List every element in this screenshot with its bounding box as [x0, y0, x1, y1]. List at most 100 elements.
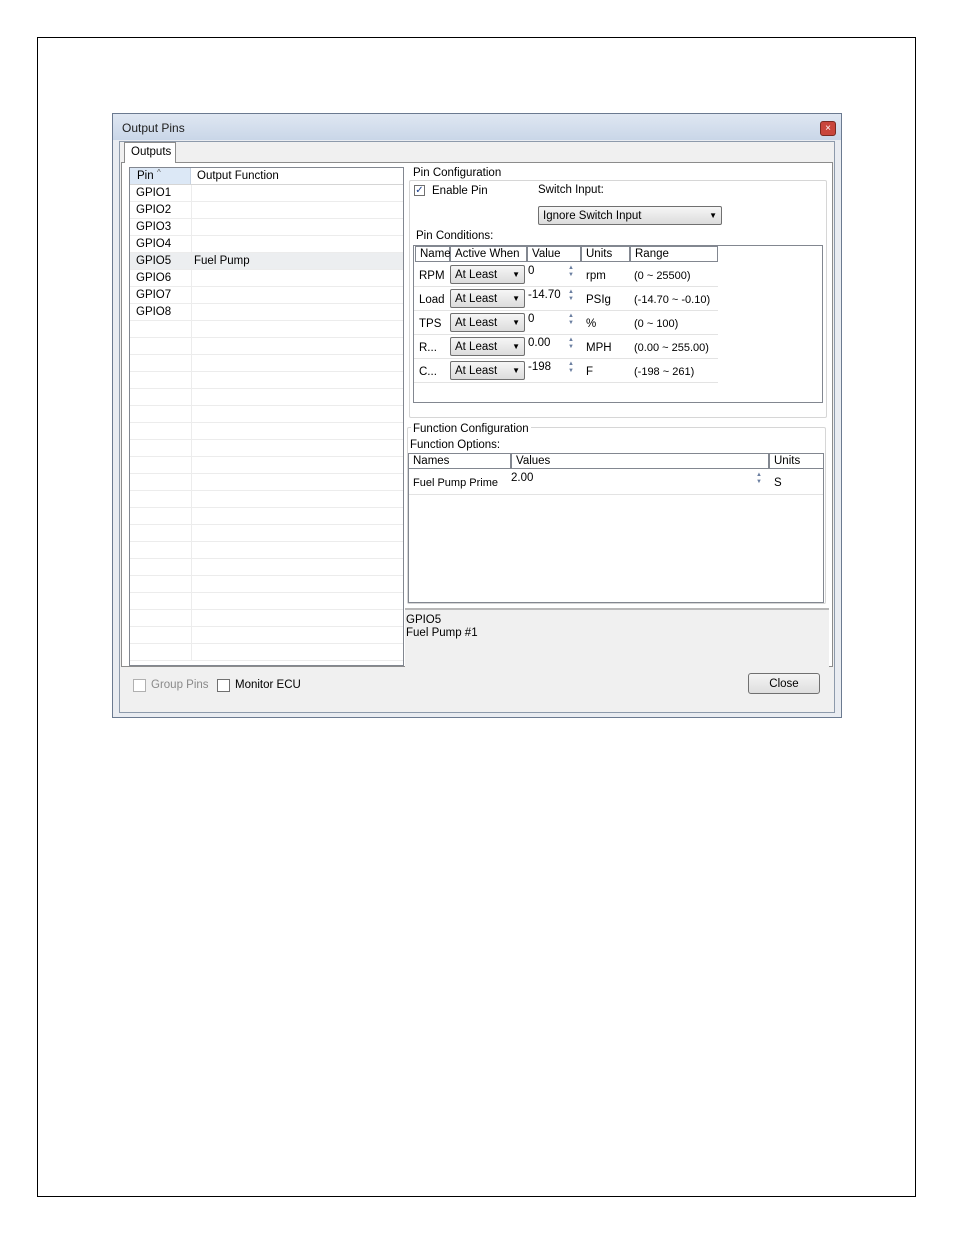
column-header-range[interactable]: Range [630, 246, 718, 262]
active-when-value: At Least [455, 365, 498, 377]
row-divider [414, 310, 718, 311]
condition-units: % [586, 318, 597, 330]
row-divider [414, 286, 718, 287]
condition-name: R... [419, 342, 437, 354]
pin-list-header: Pin ^ Output Function [130, 168, 403, 185]
pin-function: Fuel Pump [194, 255, 250, 267]
condition-value-input[interactable]: 0 [528, 265, 534, 277]
group-pins-checkbox[interactable] [133, 679, 146, 692]
spinner-icon[interactable]: ▲ ▼ [753, 472, 765, 487]
window-title: Output Pins [122, 121, 185, 135]
spinner-icon[interactable]: ▲ ▼ [565, 265, 577, 280]
condition-units: PSIg [586, 294, 611, 306]
spinner-icon[interactable]: ▲ ▼ [565, 289, 577, 304]
column-header-units[interactable]: Units [769, 453, 824, 469]
list-item-empty [130, 559, 403, 576]
list-item-gpio5[interactable]: GPIO5 Fuel Pump [130, 253, 403, 270]
condition-value-input[interactable]: 0 [528, 313, 534, 325]
row-divider [414, 382, 718, 383]
chevron-down-icon: ▼ [512, 366, 520, 375]
list-item-gpio2[interactable]: GPIO2 [130, 202, 403, 219]
condition-name: Load [419, 294, 445, 306]
pin-name: GPIO3 [136, 221, 172, 233]
status-pin: GPIO5 [406, 614, 442, 626]
function-option-name: Fuel Pump Prime [413, 477, 498, 489]
output-pins-window: Output Pins × Outputs Pin ^ Output Funct… [112, 113, 842, 718]
window-close-icon[interactable]: × [820, 121, 836, 136]
active-when-value: At Least [455, 269, 498, 281]
switch-input-select[interactable]: Ignore Switch Input ▼ [538, 206, 722, 225]
list-item-empty [130, 406, 403, 423]
condition-name: RPM [419, 270, 445, 282]
list-item-gpio3[interactable]: GPIO3 [130, 219, 403, 236]
row-divider [414, 334, 718, 335]
group-pins-label: Group Pins [151, 679, 209, 691]
list-item-empty [130, 491, 403, 508]
list-item-gpio8[interactable]: GPIO8 [130, 304, 403, 321]
list-item-empty [130, 593, 403, 610]
condition-units: F [586, 366, 594, 378]
monitor-ecu-checkbox[interactable] [217, 679, 230, 692]
chevron-down-icon: ▼ [709, 211, 717, 220]
list-item-empty [130, 321, 403, 338]
status-function: Fuel Pump #1 [406, 627, 478, 639]
condition-range: (0 ~ 100) [634, 318, 679, 330]
function-option-units: S [774, 477, 782, 489]
column-header-active-when[interactable]: Active When [450, 246, 527, 262]
column-header-units[interactable]: Units [581, 246, 630, 262]
active-when-select[interactable]: At Least ▼ [450, 289, 525, 308]
column-header-pin[interactable]: Pin ^ [130, 168, 191, 184]
spinner-icon[interactable]: ▲ ▼ [565, 313, 577, 328]
enable-pin-label: Enable Pin [432, 185, 488, 197]
list-item-gpio6[interactable]: GPIO6 [130, 270, 403, 287]
active-when-select[interactable]: At Least ▼ [450, 361, 525, 380]
active-when-select[interactable]: At Least ▼ [450, 265, 525, 284]
list-item-gpio4[interactable]: GPIO4 [130, 236, 403, 253]
status-panel: GPIO5 Fuel Pump #1 [405, 608, 829, 668]
title-bar[interactable]: Output Pins × [113, 114, 841, 140]
spinner-icon[interactable]: ▲ ▼ [565, 337, 577, 352]
tab-outputs[interactable]: Outputs [124, 142, 176, 163]
close-button[interactable]: Close [748, 673, 820, 694]
pin-list-rows: GPIO1 GPIO2 GPIO3 GPIO4 GPIO5 Fuel Pump G… [130, 185, 403, 661]
pin-name: GPIO6 [136, 272, 172, 284]
pin-conditions-label: Pin Conditions: [416, 230, 494, 242]
pin-name: GPIO4 [136, 238, 172, 250]
spinner-icon[interactable]: ▲ ▼ [565, 361, 577, 376]
active-when-select[interactable]: At Least ▼ [450, 313, 525, 332]
condition-units: MPH [586, 342, 612, 354]
list-item-empty [130, 542, 403, 559]
enable-pin-checkbox[interactable]: ✓ [414, 185, 425, 196]
active-when-select[interactable]: At Least ▼ [450, 337, 525, 356]
list-item-empty [130, 338, 403, 355]
column-header-output-function[interactable]: Output Function [192, 168, 392, 184]
row-divider [414, 358, 718, 359]
condition-range: (0 ~ 25500) [634, 270, 691, 282]
condition-value-input[interactable]: -198 [528, 361, 551, 373]
column-header-value[interactable]: Value [527, 246, 581, 262]
list-item-empty [130, 474, 403, 491]
chevron-down-icon: ▼ [512, 318, 520, 327]
active-when-value: At Least [455, 293, 498, 305]
pin-name: GPIO1 [136, 187, 172, 199]
column-header-name[interactable]: Name [415, 246, 451, 262]
condition-value-input[interactable]: -14.70 [528, 289, 561, 301]
column-header-values[interactable]: Values [511, 453, 769, 469]
list-item-empty [130, 355, 403, 372]
function-configuration-title: Function Configuration [411, 423, 531, 435]
pin-name: GPIO5 [136, 255, 172, 267]
list-item-gpio7[interactable]: GPIO7 [130, 287, 403, 304]
monitor-ecu-label: Monitor ECU [235, 679, 301, 691]
chevron-down-icon: ▼ [512, 294, 520, 303]
list-item-empty [130, 457, 403, 474]
pin-name: GPIO2 [136, 204, 172, 216]
condition-name: C... [419, 366, 437, 378]
pin-list[interactable]: Pin ^ Output Function GPIO1 GPIO2 GPIO3 … [129, 167, 404, 666]
chevron-down-icon: ▼ [512, 270, 520, 279]
condition-value-input[interactable]: 0.00 [528, 337, 550, 349]
condition-range: (-198 ~ 261) [634, 366, 695, 378]
pin-name: GPIO8 [136, 306, 172, 318]
column-header-names[interactable]: Names [408, 453, 511, 469]
function-option-value-input[interactable]: 2.00 [511, 472, 533, 484]
list-item-gpio1[interactable]: GPIO1 [130, 185, 403, 202]
